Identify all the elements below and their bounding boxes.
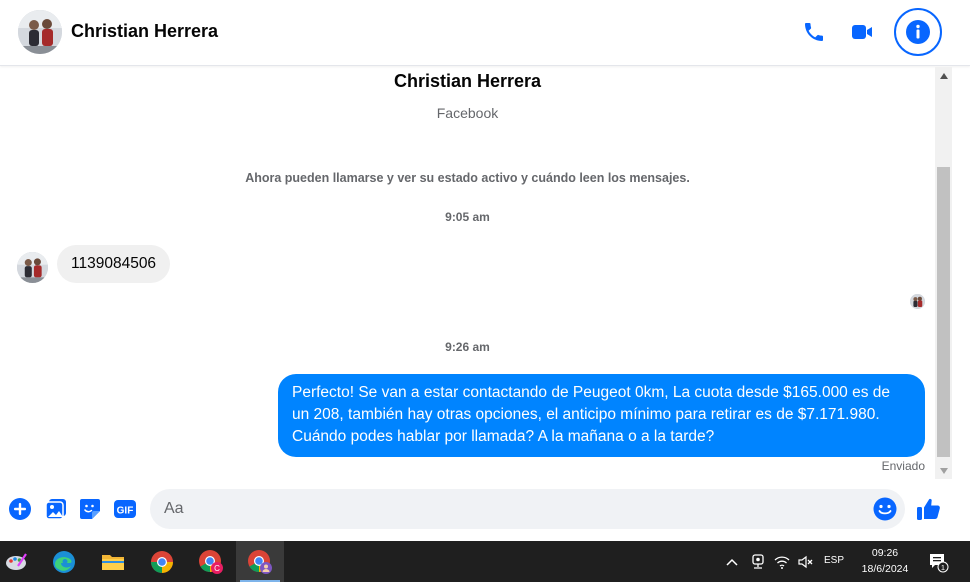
read-receipt-avatar [910,294,925,309]
clock-date: 18/6/2024 [861,563,909,575]
conversation-info-button[interactable] [894,8,942,56]
timestamp: 9:05 am [445,210,490,224]
taskbar-app-chrome[interactable] [138,541,186,582]
input-language[interactable]: ESP [824,555,844,566]
chrome-profile-icon [248,549,272,574]
taskbar-app-chrome-profile[interactable]: C [187,541,235,582]
info-icon [906,20,930,44]
contact-avatar[interactable] [18,10,62,54]
clock-time: 09:26 [871,547,899,559]
smiley-icon [873,497,897,521]
os-taskbar: C ESP 09:26 18/6/2024 1 [0,541,970,582]
taskbar-app-edge[interactable] [40,541,88,582]
message-status: Enviado [881,459,925,473]
taskbar-app-pinned[interactable] [0,541,40,582]
outgoing-message[interactable]: Perfecto! Se van a estar contactando de … [278,374,925,457]
scroll-up-arrow[interactable] [935,67,952,84]
plus-circle-icon [9,498,31,520]
thread-contact-name: Christian Herrera [393,71,542,91]
attach-photo-button[interactable] [44,497,68,521]
svg-text:GIF: GIF [117,506,134,517]
webcam-icon [752,553,764,569]
message-composer: GIF [0,482,970,538]
chrome-icon [151,550,173,573]
show-hidden-icons-button[interactable] [722,541,742,582]
system-clock[interactable]: 09:26 18/6/2024 [853,545,917,577]
system-message: Ahora pueden llamarse y ver su estado ac… [245,171,690,185]
tray-volume[interactable] [796,541,816,582]
contact-name[interactable]: Christian Herrera [71,21,218,42]
incoming-message[interactable]: 1139084506 [57,245,171,283]
tray-meet-now[interactable] [748,541,768,582]
gif-button[interactable]: GIF [113,497,137,521]
chevron-up-icon [726,558,738,566]
message-input[interactable] [150,489,905,529]
scroll-down-arrow[interactable] [935,462,952,479]
thread-contact-subtitle: Facebook [436,105,499,121]
conversation-header: Christian Herrera [0,0,970,66]
speaker-muted-icon [798,555,813,568]
chrome-profile-icon: C [199,549,223,574]
svg-text:C: C [214,564,220,573]
image-gallery-icon [45,499,66,520]
taskbar-app-chrome-active[interactable] [236,541,284,582]
wifi-icon [774,555,790,569]
thumbs-up-icon [917,498,940,520]
sticker-button[interactable] [78,497,102,521]
folder-icon [102,554,124,570]
phone-icon [805,23,823,41]
more-actions-button[interactable] [8,497,32,521]
paint-palette-icon [6,552,27,570]
emoji-button[interactable] [872,496,898,522]
chat-scrollbar[interactable] [935,67,952,479]
sender-avatar[interactable] [17,252,48,283]
video-call-button[interactable] [844,14,880,50]
send-like-button[interactable] [915,495,943,523]
sticker-icon [80,499,100,519]
taskbar-app-file-explorer[interactable] [89,541,137,582]
tray-network[interactable] [772,541,792,582]
notification-center-button[interactable]: 1 [926,541,950,582]
edge-browser-icon [53,550,75,573]
timestamp: 9:26 am [445,340,490,354]
audio-call-button[interactable] [796,14,832,50]
gif-icon: GIF [114,500,136,518]
video-camera-icon [852,25,872,39]
message-list: Christian Herrera Facebook Ahora pueden … [0,67,935,479]
notification-icon: 1 [930,553,949,572]
notification-count: 1 [941,562,945,571]
scrollbar-thumb[interactable] [937,167,950,457]
